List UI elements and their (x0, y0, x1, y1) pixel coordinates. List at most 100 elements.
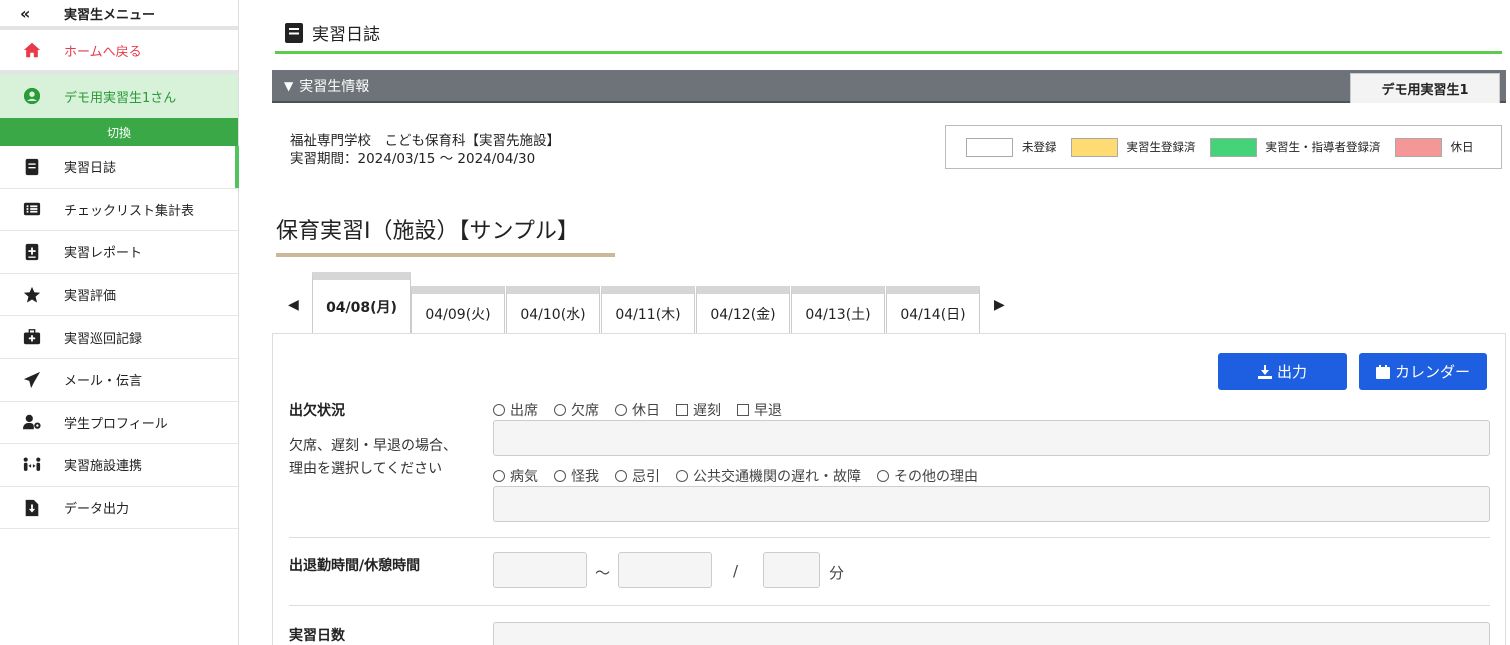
sidebar-item-report[interactable]: 実習レポート (0, 231, 238, 274)
menu-title: 実習生メニュー (64, 7, 156, 23)
radio-transit-delay[interactable]: 公共交通機関の遅れ・故障 (676, 466, 861, 486)
check-early-leave[interactable]: 早退 (737, 400, 782, 420)
sidebar-item-label: 実習巡回記録 (64, 331, 143, 347)
radio-injury[interactable]: 怪我 (554, 466, 599, 486)
info-bar-label: 実習生情報 (299, 78, 370, 95)
legend-label: 実習生・指導者登録済 (1265, 140, 1381, 154)
sidebar-item-label: 学生プロフィール (64, 416, 168, 432)
clock-in-input[interactable] (493, 552, 587, 588)
radio-present[interactable]: 出席 (493, 400, 538, 420)
notebook-icon (285, 22, 303, 43)
sidebar-item-evaluation[interactable]: 実習評価 (0, 274, 238, 317)
home-icon (22, 40, 42, 60)
legend-swatch-holiday (1394, 137, 1442, 157)
reason-note-field[interactable] (493, 486, 1490, 522)
radio-bereavement[interactable]: 忌引 (615, 466, 660, 486)
tab-date-1[interactable]: 04/09(火) (411, 286, 505, 334)
calendar-button[interactable]: カレンダー (1359, 353, 1487, 390)
break-minutes-input[interactable] (763, 552, 820, 588)
slash-separator: / (733, 562, 739, 580)
switch-button[interactable]: 切換 (0, 118, 238, 146)
sidebar-item-profile[interactable]: 学生プロフィール (0, 402, 238, 445)
sidebar-item-checklist[interactable]: チェックリスト集計表 (0, 189, 238, 232)
sidebar-item-mail[interactable]: メール・伝言 (0, 359, 238, 402)
sidebar-item-label: チェックリスト集計表 (64, 203, 195, 219)
reason-description: 欠席、遅刻・早退の場合、理由を選択してください (289, 438, 457, 477)
title-underline (275, 51, 1502, 54)
sidebar-item-label: メール・伝言 (64, 374, 143, 390)
days-label: 実習日数 (289, 628, 345, 644)
option-label: 休日 (632, 403, 660, 419)
paper-plane-icon (22, 370, 42, 390)
school-info: 福祉専門学校 こども保育科【実習先施設】 実習期間：2024/03/15 ～ 2… (290, 132, 560, 168)
collapse-icon[interactable]: « (20, 4, 64, 23)
option-label: 公共交通機関の遅れ・故障 (693, 469, 861, 485)
time-label: 出退勤時間/休憩時間 (289, 558, 421, 574)
radio-circle[interactable] (615, 470, 627, 482)
radio-circle[interactable] (554, 404, 566, 416)
sidebar-item-facility-link[interactable]: 実習施設連携 (0, 444, 238, 487)
attendance-options: 出席 欠席 休日 遅刻 早退 (493, 400, 798, 420)
sidebar-item-label: 実習評価 (64, 289, 117, 305)
tab-date-6[interactable]: 04/14(日) (886, 286, 980, 334)
attendance-label: 出欠状況 (289, 403, 345, 419)
tab-date-4[interactable]: 04/12(金) (696, 286, 790, 334)
medkit-icon (22, 327, 42, 347)
radio-circle[interactable] (877, 470, 889, 482)
checkbox[interactable] (737, 404, 749, 416)
option-label: 欠席 (571, 403, 599, 419)
legend-swatch-supervisor-registered (1209, 137, 1257, 157)
student-name-tab[interactable]: デモ用実習生1 (1350, 73, 1500, 103)
radio-other-reason[interactable]: その他の理由 (877, 466, 978, 486)
reason-options: 病気 怪我 忌引 公共交通機関の遅れ・故障 その他の理由 (493, 466, 994, 486)
star-icon (22, 285, 42, 305)
clock-out-input[interactable] (618, 552, 712, 588)
radio-absent[interactable]: 欠席 (554, 400, 599, 420)
sidebar-item-label: 実習日誌 (64, 161, 117, 177)
check-late[interactable]: 遅刻 (676, 400, 721, 420)
student-info-bar[interactable]: ▼ 実習生情報 デモ用実習生1 (272, 70, 1506, 103)
attendance-note-field[interactable] (493, 420, 1490, 456)
course-title: 保育実習Ⅰ（施設）【サンプル】 (276, 213, 615, 257)
user-label: デモ用実習生1さん (64, 90, 177, 106)
home-link[interactable]: ホームへ戻る (0, 30, 238, 74)
radio-holiday[interactable]: 休日 (615, 400, 660, 420)
page-title-text: 実習日誌 (312, 25, 380, 45)
time-separator: ～ (595, 564, 611, 582)
page-title: 実習日誌 (284, 20, 380, 45)
home-label: ホームへ戻る (64, 44, 142, 60)
checkbox[interactable] (676, 404, 688, 416)
sidebar-item-label: 実習レポート (64, 246, 143, 262)
next-arrow-icon[interactable]: ▶ (994, 297, 1005, 313)
tab-date-5[interactable]: 04/13(土) (791, 286, 885, 334)
user-gear-icon (22, 412, 42, 432)
current-user: デモ用実習生1さん (0, 74, 238, 118)
radio-illness[interactable]: 病気 (493, 466, 538, 486)
sidebar: « 実習生メニュー ホームへ戻る デモ用実習生1さん 切換 実習日誌 チェックリ… (0, 0, 239, 645)
period-line: 実習期間：2024/03/15 ～ 2024/04/30 (290, 151, 536, 167)
legend-swatch-student-registered (1070, 137, 1118, 157)
radio-circle[interactable] (676, 470, 688, 482)
divider (289, 605, 1490, 606)
file-download-icon (22, 498, 42, 518)
sidebar-item-diary[interactable]: 実習日誌 (0, 146, 239, 189)
chevron-down-icon: ▼ (284, 78, 294, 93)
radio-circle[interactable] (493, 404, 505, 416)
option-label: その他の理由 (894, 469, 978, 485)
tab-date-0[interactable]: 04/08(月) (312, 272, 411, 334)
export-button[interactable]: 出力 (1218, 353, 1347, 390)
tab-date-3[interactable]: 04/11(木) (601, 286, 695, 334)
sidebar-item-data-export[interactable]: データ出力 (0, 487, 238, 530)
radio-circle[interactable] (493, 470, 505, 482)
option-label: 忌引 (632, 469, 660, 485)
days-field[interactable] (493, 622, 1490, 645)
prev-arrow-icon[interactable]: ◀ (288, 297, 299, 313)
radio-circle[interactable] (554, 470, 566, 482)
sidebar-item-visit-record[interactable]: 実習巡回記録 (0, 316, 238, 359)
tab-date-2[interactable]: 04/10(水) (506, 286, 600, 334)
option-label: 早退 (754, 403, 782, 419)
divider (289, 537, 1490, 538)
date-tabs: ◀ 04/08(月) 04/09(火) 04/10(水) 04/11(木) 04… (272, 272, 1012, 334)
radio-circle[interactable] (615, 404, 627, 416)
calendar-icon (1375, 364, 1390, 379)
